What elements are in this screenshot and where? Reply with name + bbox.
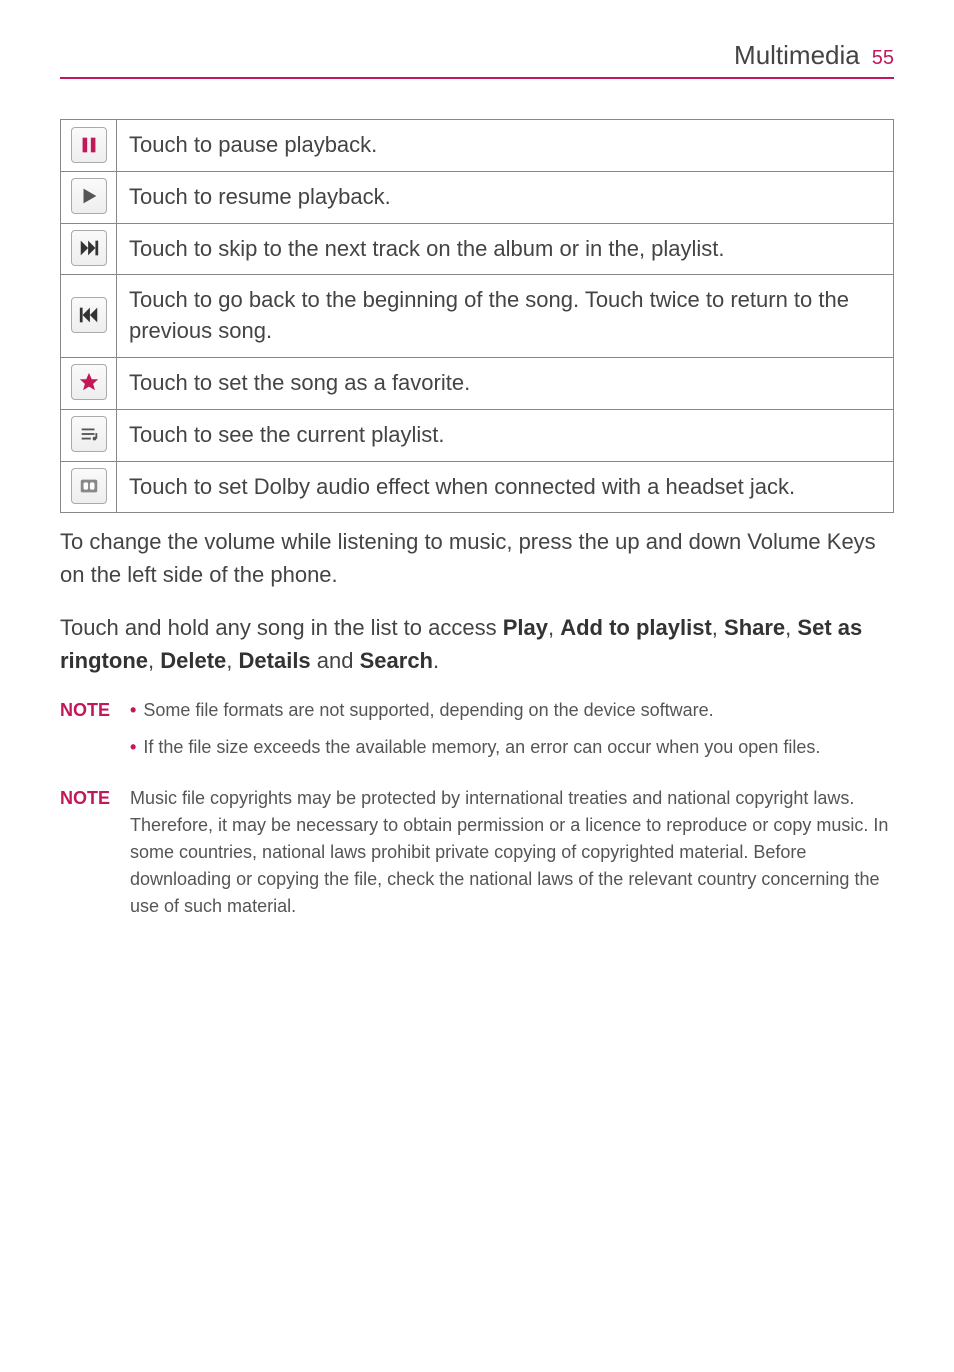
table-desc: Touch to see the current playlist. — [117, 409, 894, 461]
table-desc: Touch to pause playback. — [117, 120, 894, 172]
bold-search: Search — [360, 648, 433, 673]
icon-cell — [61, 120, 117, 172]
note-line: • Some file formats are not supported, d… — [130, 697, 894, 724]
note-text: Music file copyrights may be protected b… — [130, 788, 888, 916]
text-fragment: Touch and hold any song in the list to a… — [60, 615, 503, 640]
note-body: Music file copyrights may be protected b… — [130, 785, 894, 930]
text-fragment: , — [548, 615, 560, 640]
table-row: Touch to go back to the beginning of the… — [61, 275, 894, 358]
dolby-icon — [71, 468, 107, 504]
table-desc: Touch to go back to the beginning of the… — [117, 275, 894, 358]
icon-cell — [61, 409, 117, 461]
play-icon — [71, 178, 107, 214]
table-row: Touch to set the song as a favorite. — [61, 357, 894, 409]
header-title: Multimedia — [734, 40, 860, 71]
bold-share: Share — [724, 615, 785, 640]
touch-hold-paragraph: Touch and hold any song in the list to a… — [60, 611, 894, 677]
table-desc: Touch to resume playback. — [117, 171, 894, 223]
bullet-icon: • — [130, 737, 136, 757]
note-line: • If the file size exceeds the available… — [130, 734, 894, 761]
table-desc: Touch to set Dolby audio effect when con… — [117, 461, 894, 513]
note-body: • Some file formats are not supported, d… — [130, 697, 894, 771]
volume-paragraph: To change the volume while listening to … — [60, 525, 894, 591]
table-row: Touch to see the current playlist. — [61, 409, 894, 461]
text-fragment: and — [311, 648, 360, 673]
text-fragment: . — [433, 648, 439, 673]
text-fragment: , — [712, 615, 724, 640]
note-block: NOTE • Some file formats are not support… — [60, 697, 894, 771]
table-row: Touch to skip to the next track on the a… — [61, 223, 894, 275]
text-fragment: , — [226, 648, 238, 673]
bold-add-to-playlist: Add to playlist — [560, 615, 712, 640]
bold-details: Details — [239, 648, 311, 673]
text-fragment: , — [148, 648, 160, 673]
icon-cell — [61, 223, 117, 275]
bold-play: Play — [503, 615, 548, 640]
table-row: Touch to set Dolby audio effect when con… — [61, 461, 894, 513]
header-page-number: 55 — [872, 47, 894, 70]
bold-delete: Delete — [160, 648, 226, 673]
note-label: NOTE — [60, 697, 130, 771]
table-desc: Touch to set the song as a favorite. — [117, 357, 894, 409]
note-line: Music file copyrights may be protected b… — [130, 785, 894, 920]
table-row: Touch to pause playback. — [61, 120, 894, 172]
pause-icon — [71, 127, 107, 163]
note-text: If the file size exceeds the available m… — [143, 737, 820, 757]
controls-table: Touch to pause playback. Touch to resume… — [60, 119, 894, 513]
favorite-star-icon — [71, 364, 107, 400]
icon-cell — [61, 461, 117, 513]
note-label: NOTE — [60, 785, 130, 930]
playlist-icon — [71, 416, 107, 452]
icon-cell — [61, 357, 117, 409]
bullet-icon: • — [130, 700, 136, 720]
table-row: Touch to resume playback. — [61, 171, 894, 223]
icon-cell — [61, 275, 117, 358]
icon-cell — [61, 171, 117, 223]
page-header: Multimedia 55 — [60, 40, 894, 79]
note-text: Some file formats are not supported, dep… — [143, 700, 713, 720]
note-block: NOTE Music file copyrights may be protec… — [60, 785, 894, 930]
table-desc: Touch to skip to the next track on the a… — [117, 223, 894, 275]
text-fragment: , — [785, 615, 797, 640]
next-track-icon — [71, 230, 107, 266]
previous-track-icon — [71, 297, 107, 333]
